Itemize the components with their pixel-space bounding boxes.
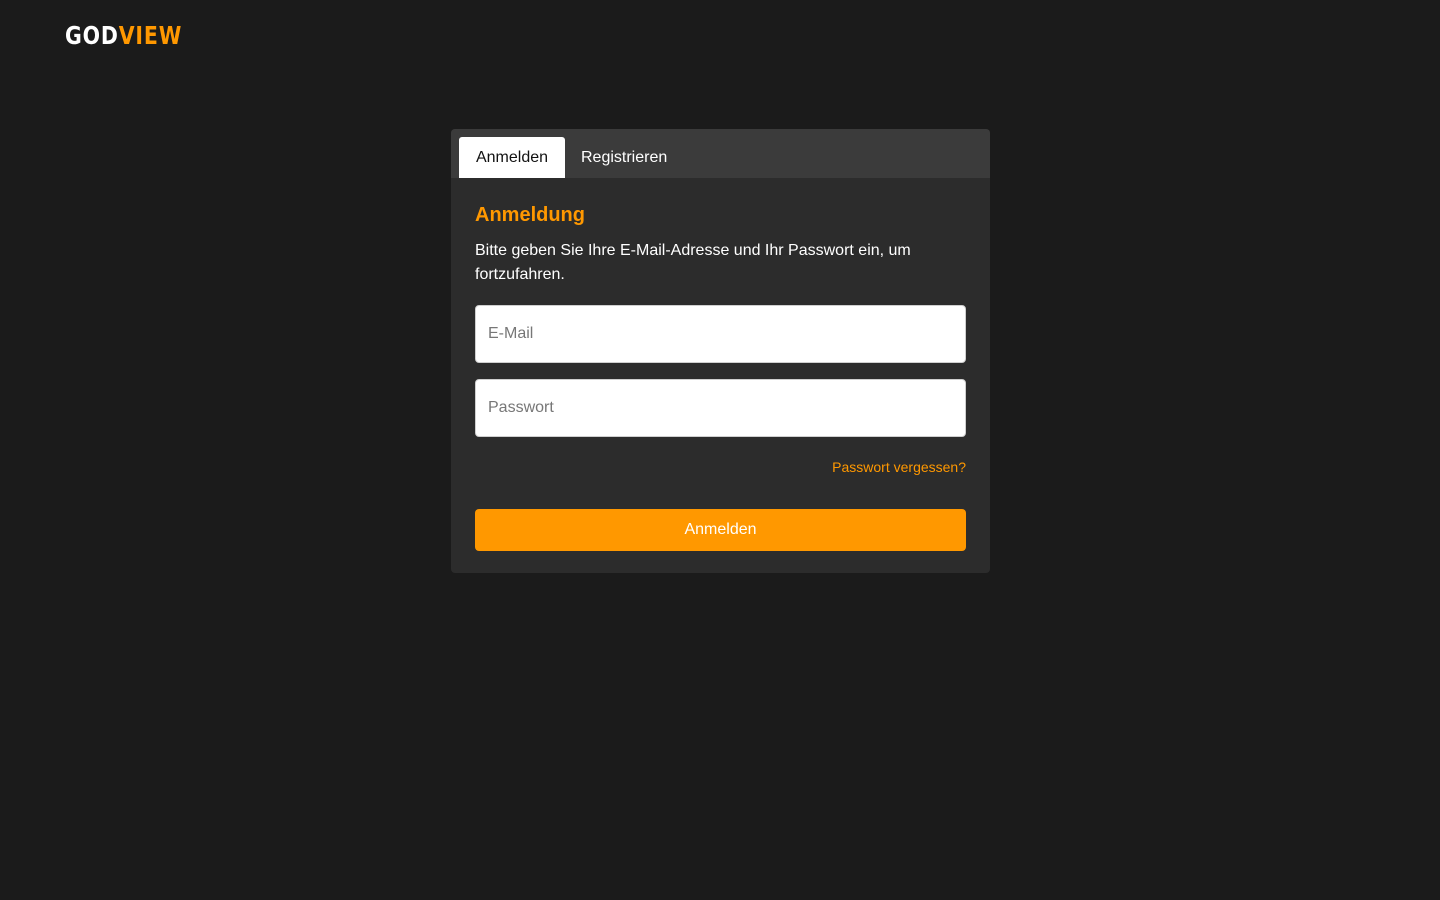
- tab-register[interactable]: Registrieren: [581, 137, 667, 178]
- password-field[interactable]: [475, 379, 966, 437]
- login-button[interactable]: Anmelden: [475, 509, 966, 551]
- tab-bar: Anmelden Registrieren: [451, 129, 990, 178]
- email-field[interactable]: [475, 305, 966, 363]
- logo-text-primary: GOD: [65, 21, 119, 50]
- forgot-row: Passwort vergessen?: [475, 459, 966, 475]
- form-title: Anmeldung: [475, 204, 585, 226]
- logo-text-accent: VIEW: [118, 21, 183, 50]
- forgot-password-link[interactable]: Passwort vergessen?: [832, 459, 966, 475]
- login-form: Anmeldung Bitte geben Sie Ihre E-Mail-Ad…: [475, 202, 966, 551]
- logo: GODVIEW: [65, 21, 182, 51]
- tab-login[interactable]: Anmelden: [459, 137, 565, 178]
- form-description: Bitte geben Sie Ihre E-Mail-Adresse und …: [475, 242, 911, 283]
- login-card: Anmelden Registrieren Anmeldung Bitte ge…: [451, 129, 990, 573]
